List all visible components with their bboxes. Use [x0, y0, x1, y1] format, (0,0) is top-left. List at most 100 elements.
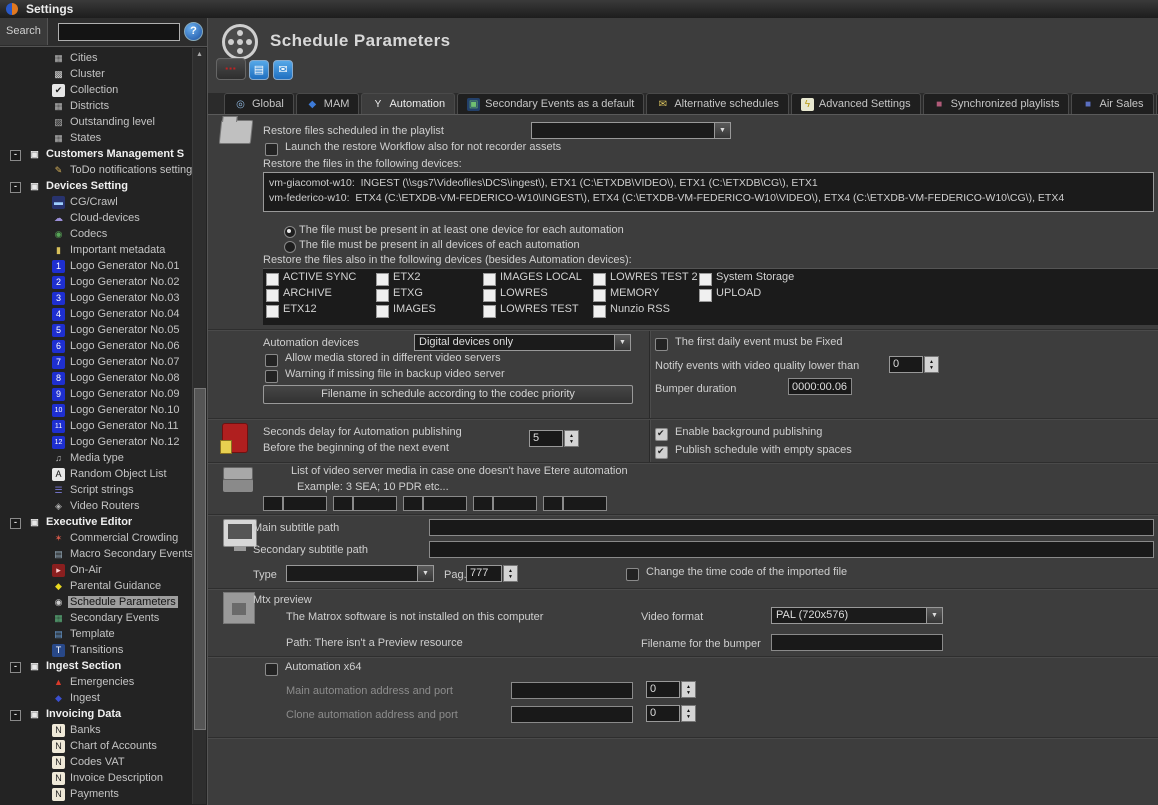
- sidebar-item-logo-generator-no-03[interactable]: 3Logo Generator No.03: [0, 291, 193, 307]
- notify-quality-spinner[interactable]: 0 ▲▼: [889, 356, 939, 373]
- type-combobox[interactable]: ▼: [286, 565, 434, 582]
- sidebar-scrollbar[interactable]: ▲: [192, 48, 206, 804]
- publish-empty-checkbox[interactable]: [655, 446, 668, 459]
- sidebar-item-transitions[interactable]: TTransitions: [0, 643, 193, 659]
- scroll-up-icon[interactable]: ▲: [193, 48, 206, 61]
- device-checkbox-nunzio-rss[interactable]: [593, 305, 606, 318]
- secondary-subtitle-input[interactable]: [429, 541, 1154, 558]
- sidebar-item-parental-guidance[interactable]: ◆Parental Guidance: [0, 579, 193, 595]
- media-pair-name-input[interactable]: [353, 496, 397, 511]
- sidebar-item-macro-secondary-events[interactable]: ▤Macro Secondary Events: [0, 547, 193, 563]
- delay-spinner[interactable]: 5 ▲▼: [529, 430, 579, 447]
- spinner-buttons[interactable]: ▲▼: [503, 565, 518, 582]
- tab-automation[interactable]: YAutomation: [361, 93, 455, 114]
- device-checkbox-etx12[interactable]: [266, 305, 279, 318]
- device-checkbox-system-storage[interactable]: [699, 273, 712, 286]
- chevron-down-icon[interactable]: ▼: [614, 335, 630, 350]
- sidebar-item-codecs[interactable]: ◉Codecs: [0, 227, 193, 243]
- sidebar-item-cloud-devices[interactable]: ☁Cloud-devices: [0, 211, 193, 227]
- sidebar-item-cg-crawl[interactable]: ▬CG/Crawl: [0, 195, 193, 211]
- spinner-value[interactable]: 5: [529, 430, 563, 447]
- spin-down-icon[interactable]: ▼: [569, 439, 574, 445]
- tab-global[interactable]: ◎Global: [224, 93, 294, 114]
- sidebar-item-logo-generator-no-02[interactable]: 2Logo Generator No.02: [0, 275, 193, 291]
- sidebar-item-logo-generator-no-06[interactable]: 6Logo Generator No.06: [0, 339, 193, 355]
- sidebar-item-media-type[interactable]: ♫Media type: [0, 451, 193, 467]
- device-checkbox-lowres-test[interactable]: [483, 305, 496, 318]
- chevron-down-icon[interactable]: ▼: [926, 608, 942, 623]
- sidebar-item-devices-setting[interactable]: -▣Devices Setting: [0, 179, 193, 195]
- device-checkbox-memory[interactable]: [593, 289, 606, 302]
- media-pair-code-input[interactable]: [403, 496, 423, 511]
- filename-codec-priority-button[interactable]: Filename in schedule according to the co…: [263, 385, 633, 404]
- sidebar-item-cities[interactable]: ▦Cities: [0, 51, 193, 67]
- device-checkbox-lowres[interactable]: [483, 289, 496, 302]
- sidebar-item-logo-generator-no-11[interactable]: 11Logo Generator No.11: [0, 419, 193, 435]
- media-pair-name-input[interactable]: [283, 496, 327, 511]
- device-checkbox-lowres-test-2[interactable]: [593, 273, 606, 286]
- sidebar-item-template[interactable]: ▤Template: [0, 627, 193, 643]
- devices-button[interactable]: ▤: [249, 60, 269, 80]
- device-checkbox-upload[interactable]: [699, 289, 712, 302]
- tree-collapse-icon[interactable]: -: [10, 710, 21, 721]
- sidebar-item-customers-management-s[interactable]: -▣Customers Management S: [0, 147, 193, 163]
- restore-devices-textarea[interactable]: vm-giacomot-w10: INGEST (\\sgs7\Videofil…: [263, 172, 1154, 212]
- sidebar-item-secondary-events[interactable]: ▦Secondary Events: [0, 611, 193, 627]
- spinner-value[interactable]: 0: [646, 681, 680, 698]
- sidebar-item-important-metadata[interactable]: ▮Important metadata: [0, 243, 193, 259]
- tab-alternative-schedules[interactable]: ✉Alternative schedules: [646, 93, 789, 114]
- tree-collapse-icon[interactable]: -: [10, 182, 21, 193]
- spinner-value[interactable]: 777: [466, 565, 502, 582]
- media-pair-code-input[interactable]: [473, 496, 493, 511]
- tree-collapse-icon[interactable]: -: [10, 518, 21, 529]
- clone-automation-address-input[interactable]: [511, 706, 633, 723]
- device-checkbox-images-local[interactable]: [483, 273, 496, 286]
- spinner-value[interactable]: 0: [889, 356, 923, 373]
- sidebar-item-script-strings[interactable]: ☰Script strings: [0, 483, 193, 499]
- sidebar-item-todo-notifications-settings[interactable]: ✎ToDo notifications settings: [0, 163, 193, 179]
- spinner-buttons[interactable]: ▲▼: [681, 681, 696, 698]
- search-input[interactable]: [58, 23, 180, 41]
- spinner-buttons[interactable]: ▲▼: [681, 705, 696, 722]
- spin-down-icon[interactable]: ▼: [686, 690, 691, 696]
- scrollbar-thumb[interactable]: [194, 388, 206, 730]
- pag-spinner[interactable]: 777 ▲▼: [466, 565, 518, 582]
- bumper-filename-input[interactable]: [771, 634, 943, 651]
- media-pair-name-input[interactable]: [423, 496, 467, 511]
- device-checkbox-images[interactable]: [376, 305, 389, 318]
- main-automation-port-spinner[interactable]: 0 ▲▼: [646, 681, 696, 698]
- sidebar-item-chart-of-accounts[interactable]: NChart of Accounts: [0, 739, 193, 755]
- sidebar-item-on-air[interactable]: ▸On-Air: [0, 563, 193, 579]
- device-checkbox-etxg[interactable]: [376, 289, 389, 302]
- sidebar-item-commercial-crowding[interactable]: ✶Commercial Crowding: [0, 531, 193, 547]
- sidebar-item-emergencies[interactable]: ▲Emergencies: [0, 675, 193, 691]
- device-checkbox-active-sync[interactable]: [266, 273, 279, 286]
- sidebar-item-ingest-section[interactable]: -▣Ingest Section: [0, 659, 193, 675]
- spinner-buttons[interactable]: ▲▼: [564, 430, 579, 447]
- timecode-checkbox[interactable]: [626, 568, 639, 581]
- sidebar-item-districts[interactable]: ▦Districts: [0, 99, 193, 115]
- sidebar-item-payments[interactable]: NPayments: [0, 787, 193, 803]
- sidebar-item-cluster[interactable]: ▩Cluster: [0, 67, 193, 83]
- tab-synchronized-playlists[interactable]: ■Synchronized playlists: [923, 93, 1070, 114]
- spin-down-icon[interactable]: ▼: [686, 714, 691, 720]
- sidebar-item-logo-generator-no-07[interactable]: 7Logo Generator No.07: [0, 355, 193, 371]
- warning-missing-checkbox[interactable]: [265, 370, 278, 383]
- restore-playlist-combobox[interactable]: ▼: [531, 122, 731, 139]
- sidebar-item-video-routers[interactable]: ◈Video Routers: [0, 499, 193, 515]
- spin-down-icon[interactable]: ▼: [508, 574, 513, 580]
- sidebar-item-banks[interactable]: NBanks: [0, 723, 193, 739]
- sidebar-item-logo-generator-no-05[interactable]: 5Logo Generator No.05: [0, 323, 193, 339]
- launch-workflow-checkbox[interactable]: [265, 143, 278, 156]
- sidebar-item-ingest[interactable]: ◆Ingest: [0, 691, 193, 707]
- tree-collapse-icon[interactable]: -: [10, 150, 21, 161]
- first-daily-fixed-checkbox[interactable]: [655, 338, 668, 351]
- media-pair-code-input[interactable]: [543, 496, 563, 511]
- tab-mam[interactable]: ◆MAM: [296, 93, 360, 114]
- sidebar-item-codes-vat[interactable]: NCodes VAT: [0, 755, 193, 771]
- present-all-devices-radio[interactable]: [284, 241, 296, 253]
- present-one-device-radio[interactable]: [284, 226, 296, 238]
- sidebar-item-logo-generator-no-12[interactable]: 12Logo Generator No.12: [0, 435, 193, 451]
- chevron-down-icon[interactable]: ▼: [417, 566, 433, 581]
- sidebar-item-states[interactable]: ▦States: [0, 131, 193, 147]
